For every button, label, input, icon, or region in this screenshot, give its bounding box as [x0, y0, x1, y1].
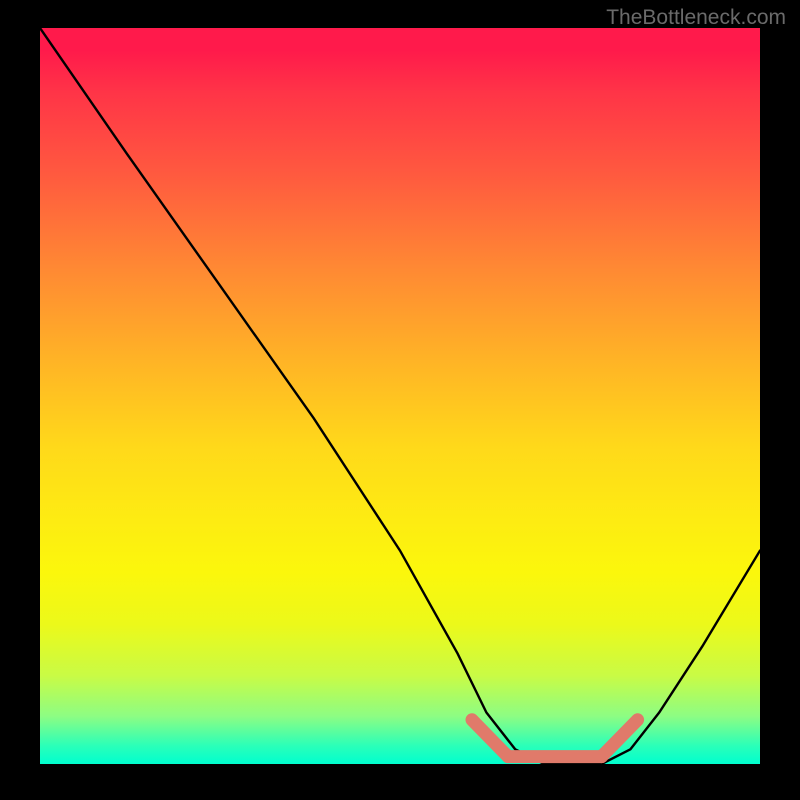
plateau-segment [602, 720, 638, 757]
plateau-highlight [472, 720, 638, 757]
watermark-text: TheBottleneck.com [606, 6, 786, 30]
plateau-segment [472, 720, 508, 757]
chart-plot-area [40, 28, 760, 764]
bottleneck-curve-path [40, 28, 760, 764]
chart-svg [40, 28, 760, 764]
